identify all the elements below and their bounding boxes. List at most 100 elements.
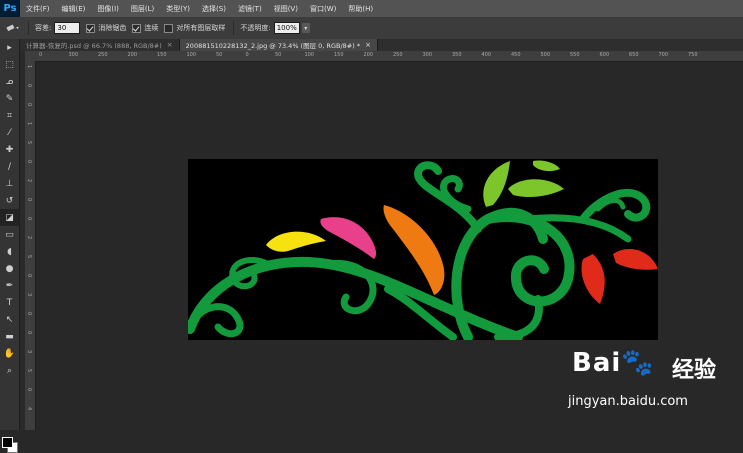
- antialias-checkbox[interactable]: [86, 23, 96, 33]
- ruler-tick-label: 5: [26, 255, 32, 259]
- ruler-tick-label: 0: [26, 388, 32, 392]
- color-swatches[interactable]: [2, 437, 18, 453]
- ruler-tick-label: 550: [570, 52, 580, 58]
- sample-all-label: 对所有图层取样: [176, 24, 226, 32]
- menu-window[interactable]: 窗口(W): [304, 4, 342, 14]
- ruler-tick-label: 0: [26, 312, 32, 316]
- ruler-tick-label: 300: [68, 52, 79, 58]
- ruler-tick-label: 200: [363, 52, 374, 58]
- brush-icon[interactable]: ∕: [0, 158, 19, 175]
- gradient-icon[interactable]: ▭: [0, 226, 19, 243]
- marquee-icon[interactable]: ⬚: [0, 56, 19, 73]
- ruler-tick-label: 400: [481, 52, 492, 58]
- ruler-tick-label: 0: [26, 331, 32, 335]
- ruler-tick-label: 0: [26, 217, 32, 221]
- ruler-tick-label: 450: [511, 52, 521, 58]
- ruler-tick-label: 2: [26, 236, 32, 240]
- menu-image[interactable]: 图像(I): [91, 4, 125, 14]
- opacity-input[interactable]: 100%: [273, 22, 300, 34]
- foreground-color-swatch[interactable]: [2, 437, 13, 448]
- ruler-tick-label: 0: [26, 160, 32, 164]
- history-brush-icon[interactable]: ↺: [0, 192, 19, 209]
- eyedropper-icon[interactable]: ⁄: [0, 124, 19, 141]
- contiguous-option[interactable]: 连续: [132, 23, 158, 33]
- ruler-tick-label: 4: [26, 407, 32, 411]
- menu-layer[interactable]: 图层(L): [125, 4, 160, 14]
- tab-active-jpg[interactable]: 200881510228132_2.jpg @ 73.4% (图层 0, RGB…: [179, 39, 378, 51]
- ruler-tick-label: 0: [26, 103, 32, 107]
- hand-icon[interactable]: ✋: [0, 345, 19, 362]
- ruler-tick-label: 300: [422, 52, 433, 58]
- document-canvas[interactable]: [185, 159, 658, 342]
- ruler-tick-label: 200: [127, 52, 138, 58]
- ruler-tick-label: 0: [26, 198, 32, 202]
- antialias-option[interactable]: 消除锯齿: [86, 23, 126, 33]
- menu-select[interactable]: 选择(S): [196, 4, 232, 14]
- ruler-tick-label: 2: [26, 179, 32, 183]
- path-select-icon[interactable]: ↖: [0, 311, 19, 328]
- ruler-tick-label: 100: [186, 52, 197, 58]
- baidu-watermark: Bai🐾 经验 jingyan.baidu.com: [568, 348, 738, 420]
- baidu-logo: Bai🐾: [572, 348, 655, 378]
- dodge-icon[interactable]: ●: [0, 260, 19, 277]
- tolerance-label: 容差:: [35, 24, 52, 32]
- opacity-dropdown-icon[interactable]: ▾: [301, 23, 310, 33]
- contiguous-label: 连续: [144, 24, 159, 32]
- menu-view[interactable]: 视图(V): [268, 4, 304, 14]
- vertical-ruler[interactable]: 1 0 0 1 5 0 2 0 0 2 5 0 3 0 0 3 5 0 4: [25, 61, 36, 430]
- menu-file[interactable]: 文件(F): [20, 4, 56, 14]
- lasso-icon[interactable]: ᓄ: [0, 73, 19, 90]
- close-icon[interactable]: ×: [167, 41, 173, 49]
- options-separator: [233, 21, 235, 35]
- tolerance-control: 容差: 30: [35, 22, 81, 34]
- menu-bar: Ps 文件(F) 编辑(E) 图像(I) 图层(L) 类型(Y) 选择(S) 滤…: [0, 0, 743, 17]
- tab-calculator-psd[interactable]: 计算器-恢复的.psd @ 66.7% (888, RGB/8#) ×: [20, 39, 180, 51]
- ruler-tick-label: 50: [216, 52, 223, 58]
- options-separator: [28, 21, 29, 35]
- ruler-tick-label: 0: [26, 84, 32, 88]
- menu-edit[interactable]: 编辑(E): [56, 4, 92, 14]
- ruler-tick-label: 5: [26, 141, 32, 145]
- options-bar: 容差: 30 消除锯齿 连续 对所有图层取样 不透明度: 100% ▾: [0, 17, 743, 40]
- tolerance-input[interactable]: 30: [54, 22, 81, 34]
- baidu-logo-text: Bai: [572, 348, 622, 378]
- ruler-tick-label: 350: [452, 52, 462, 58]
- menu-filter[interactable]: 滤镜(T): [232, 4, 268, 14]
- horizontal-ruler[interactable]: 0 300 250 200 150 100 50 0 50 100 150 200 250 300 350 4…: [35, 51, 743, 62]
- sample-all-option[interactable]: 对所有图层取样: [164, 23, 225, 33]
- close-icon[interactable]: ×: [365, 41, 371, 49]
- ruler-tick-label: 700: [658, 52, 669, 58]
- paw-icon: 🐾: [621, 348, 655, 378]
- toolbox: ▸ ⬚ ᓄ ✎ ⌗ ⁄ ✚ ∕ ⊥ ↺ ◪ ▭ ◖ ● ✒ T ↖ ▬ ✋ ⌕: [0, 39, 20, 453]
- ruler-tick-label: 1: [26, 122, 32, 126]
- quick-select-icon[interactable]: ✎: [0, 90, 19, 107]
- ruler-tick-label: 500: [540, 52, 551, 58]
- document-tabs: 计算器-恢复的.psd @ 66.7% (888, RGB/8#) × 2008…: [20, 39, 743, 51]
- stamp-icon[interactable]: ⊥: [0, 175, 19, 192]
- healing-icon[interactable]: ✚: [0, 141, 19, 158]
- move-icon[interactable]: ▸: [0, 39, 19, 56]
- eraser-icon[interactable]: ◪: [0, 209, 19, 226]
- contiguous-checkbox[interactable]: [132, 23, 142, 33]
- crop-icon[interactable]: ⌗: [0, 107, 19, 124]
- menu-type[interactable]: 类型(Y): [160, 4, 196, 14]
- ruler-tick-label: 100: [304, 52, 315, 58]
- ruler-tick-label: 0: [245, 52, 249, 58]
- ruler-tick-label: 1: [26, 65, 32, 69]
- floral-vine-artwork: [185, 160, 658, 342]
- ruler-tick-label: 3: [26, 350, 32, 354]
- ruler-tick-label: 0: [39, 52, 43, 58]
- opacity-control: 不透明度: 100% ▾: [240, 22, 310, 34]
- watermark-url: jingyan.baidu.com: [568, 394, 688, 409]
- shape-icon[interactable]: ▬: [0, 328, 19, 345]
- type-icon[interactable]: T: [0, 294, 19, 311]
- pen-icon[interactable]: ✒: [0, 277, 19, 294]
- zoom-icon[interactable]: ⌕: [0, 362, 19, 379]
- tab-title: 计算器-恢复的.psd @ 66.7% (888, RGB/8#): [26, 42, 162, 50]
- menu-help[interactable]: 帮助(H): [342, 4, 379, 14]
- ruler-tick-label: 650: [629, 52, 639, 58]
- blur-icon[interactable]: ◖: [0, 243, 19, 260]
- ruler-corner[interactable]: [25, 51, 35, 61]
- sample-all-checkbox[interactable]: [164, 23, 174, 33]
- tool-preset-picker[interactable]: [6, 23, 20, 33]
